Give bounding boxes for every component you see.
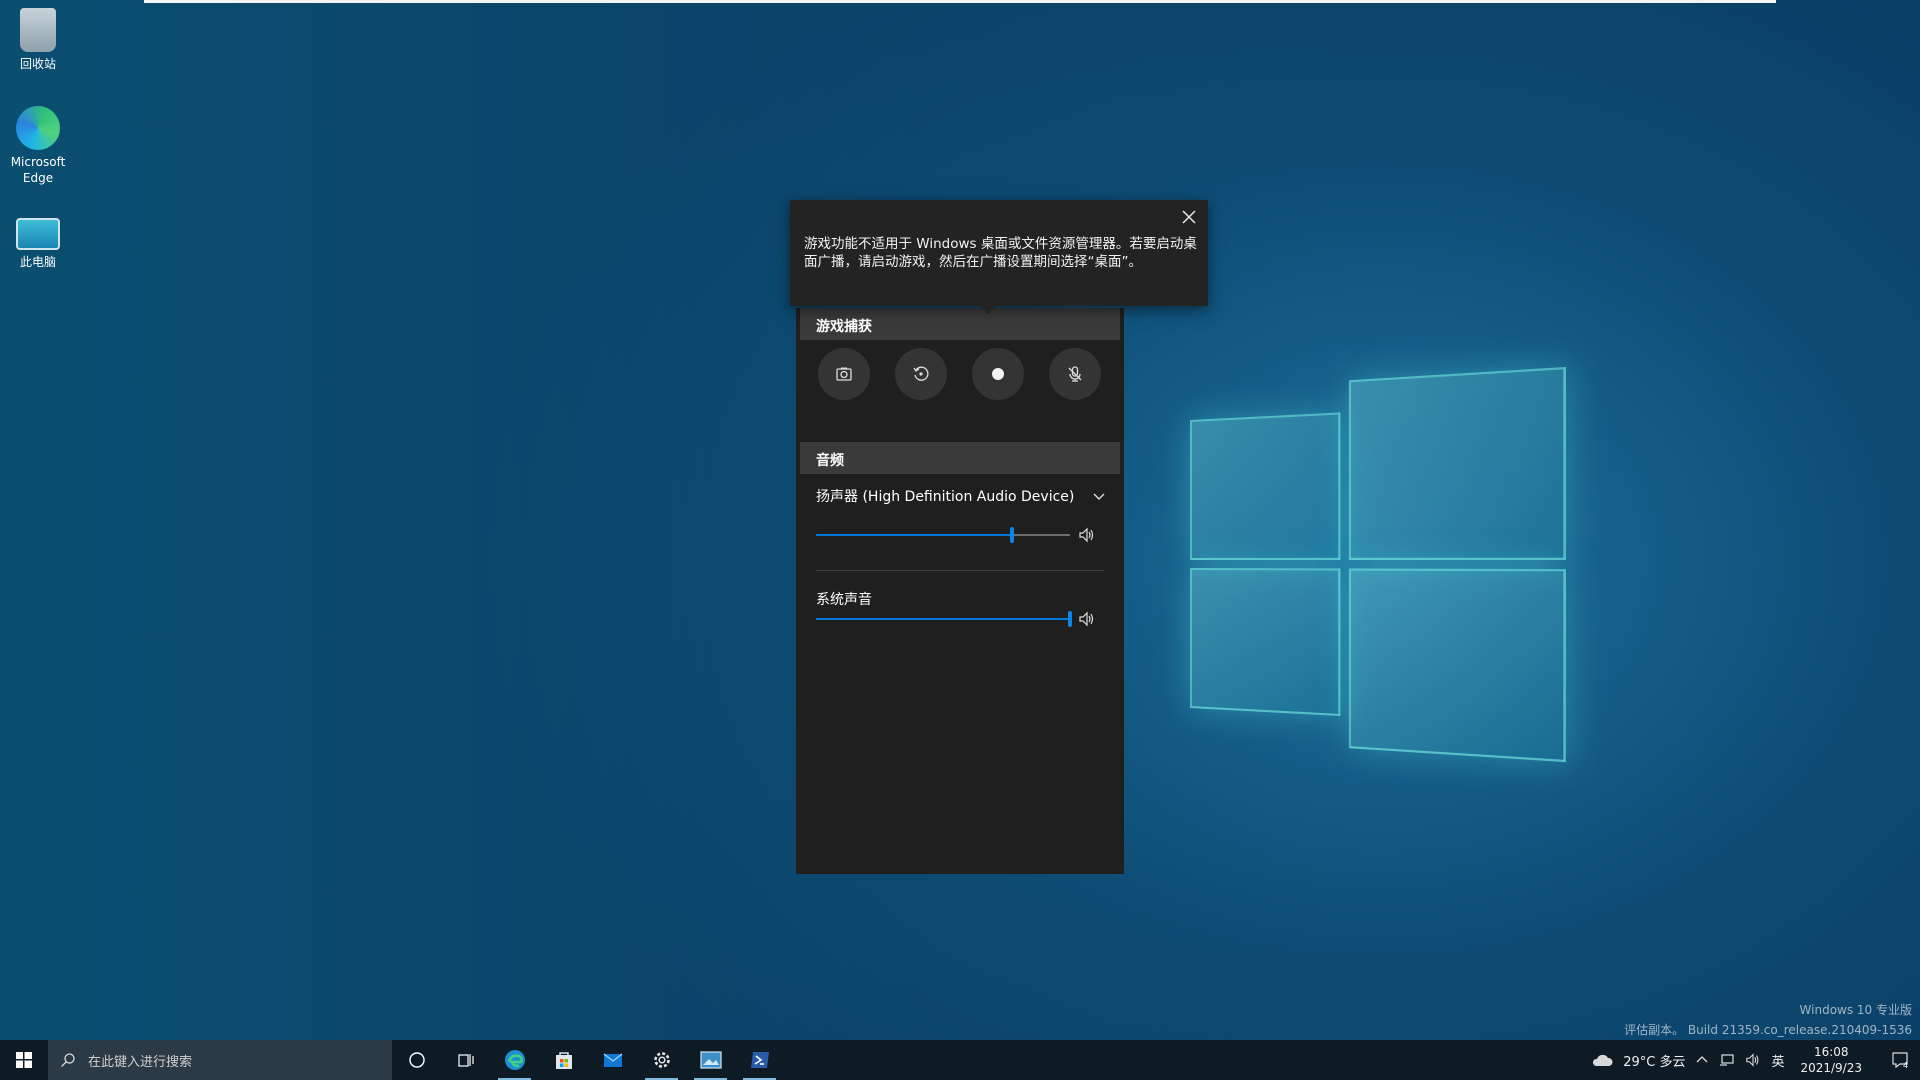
taskbar-settings[interactable] (637, 1040, 686, 1080)
audio-divider (816, 570, 1104, 571)
start-button[interactable] (0, 1040, 48, 1080)
game-features-tooltip: 游戏功能不适用于 Windows 桌面或文件资源管理器。若要启动桌面广播，请启动… (790, 200, 1208, 314)
record-icon (992, 368, 1004, 380)
audio-section-header: 音频 (800, 442, 1120, 474)
mail-icon (603, 1053, 622, 1067)
desktop-icon-label: 回收站 (19, 57, 56, 71)
desktop-icon-this-pc[interactable]: 此电脑 (4, 212, 72, 270)
audio-device-selector[interactable]: 扬声器 (High Definition Audio Device) (816, 486, 1106, 506)
weather-text[interactable]: 29°C 多云 (1623, 1051, 1685, 1070)
clock-time: 16:08 (1813, 1045, 1849, 1059)
capture-section-header: 游戏捕获 (800, 308, 1120, 340)
network-icon[interactable] (1719, 1052, 1735, 1068)
recycle-bin-icon (20, 8, 56, 52)
desktop-icon-recycle-bin[interactable]: 回收站 (4, 8, 72, 72)
desktop-icon-label: 此电脑 (19, 255, 56, 269)
taskbar-clock[interactable]: 16:08 2021/9/23 (1800, 1044, 1862, 1076)
task-view-icon (457, 1054, 474, 1067)
task-view-button[interactable] (441, 1040, 490, 1080)
audio-device-name: 扬声器 (High Definition Audio Device) (816, 489, 1075, 505)
ime-indicator[interactable]: 英 (1771, 1051, 1784, 1070)
search-icon (61, 1053, 75, 1067)
device-volume-fill (816, 534, 1012, 536)
photos-icon (699, 1051, 722, 1069)
mic-off-icon (1068, 366, 1082, 382)
windows-watermark: Windows 10 专业版 评估副本。 Build 21359.co_rele… (1624, 1000, 1912, 1040)
chevron-down-icon (1093, 493, 1105, 500)
system-sound-fill (816, 618, 1070, 620)
taskbar: 在此键入进行搜索 29°C 多云 英 16:08 2021/9/23 4 (0, 1040, 1920, 1080)
tooltip-arrow (980, 306, 996, 314)
system-tray: 29°C 多云 英 16:08 2021/9/23 4 (1581, 1040, 1920, 1080)
action-center-button[interactable]: 4 (1880, 1040, 1920, 1080)
terminal-icon (750, 1052, 769, 1068)
chevron-up-icon[interactable] (1695, 1053, 1709, 1067)
system-sound-thumb[interactable] (1068, 611, 1072, 627)
store-icon (555, 1052, 572, 1069)
computer-icon (16, 218, 60, 250)
taskbar-photos[interactable] (686, 1040, 735, 1080)
taskbar-terminal[interactable] (735, 1040, 784, 1080)
cloud-icon[interactable] (1591, 1052, 1613, 1068)
windows-start-icon (16, 1052, 32, 1068)
start-recording-button[interactable] (972, 348, 1024, 400)
camera-icon (836, 367, 852, 381)
watermark-build: 评估副本。 Build 21359.co_release.210409-1536 (1624, 1023, 1912, 1037)
tooltip-message: 游戏功能不适用于 Windows 桌面或文件资源管理器。若要启动桌面广播，请启动… (804, 236, 1197, 270)
screenshot-button[interactable] (818, 348, 870, 400)
taskbar-mail[interactable] (588, 1040, 637, 1080)
taskbar-edge[interactable] (490, 1040, 539, 1080)
notification-count: 4 (1903, 1061, 1908, 1070)
game-bar-panel: 游戏捕获 音频 扬声器 (High Definition Audio Devic… (796, 308, 1124, 874)
notification-icon: 4 (1892, 1052, 1908, 1070)
windows-logo-wallpaper (1190, 355, 1581, 766)
edge-icon (16, 106, 60, 150)
system-sound-label: 系统声音 (816, 592, 872, 608)
search-placeholder: 在此键入进行搜索 (88, 1054, 193, 1070)
device-volume-slider[interactable] (816, 527, 1070, 543)
system-sound-slider[interactable] (816, 611, 1072, 627)
taskbar-search-box[interactable]: 在此键入进行搜索 (48, 1040, 392, 1080)
speaker-icon[interactable] (1078, 526, 1096, 544)
settings-icon (653, 1052, 670, 1068)
watermark-edition: Windows 10 专业版 (1799, 1003, 1912, 1017)
cortana-icon (408, 1052, 425, 1068)
desktop-icon-label: Microsoft Edge (10, 155, 66, 185)
volume-icon[interactable] (1745, 1052, 1761, 1068)
top-edge-line (144, 0, 1776, 3)
clock-date: 2021/9/23 (1800, 1061, 1862, 1075)
speaker-icon[interactable] (1078, 610, 1096, 628)
replay-icon (913, 366, 929, 381)
mic-toggle-button[interactable] (1049, 348, 1101, 400)
close-icon[interactable] (1178, 206, 1200, 228)
edge-icon (504, 1050, 525, 1070)
taskbar-store[interactable] (539, 1040, 588, 1080)
record-last-30s-button[interactable] (895, 348, 947, 400)
device-volume-thumb[interactable] (1009, 527, 1014, 543)
cortana-button[interactable] (392, 1040, 441, 1080)
desktop-icon-edge[interactable]: Microsoft Edge (4, 106, 72, 186)
